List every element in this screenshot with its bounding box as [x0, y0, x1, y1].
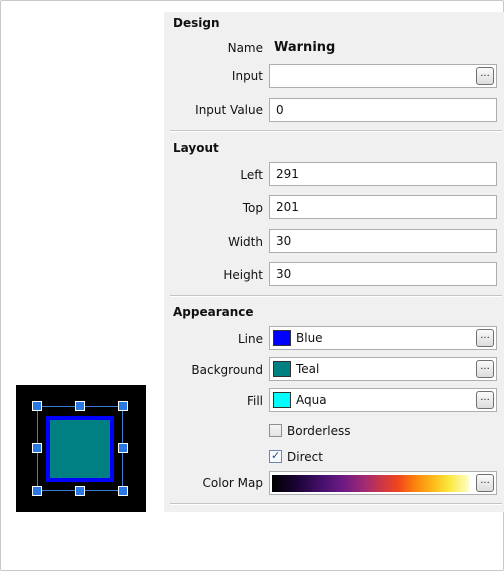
line-color-name: Blue: [296, 331, 323, 345]
left-label: Left: [240, 168, 263, 182]
fill-label: Fill: [246, 394, 263, 408]
layout-divider: [170, 295, 502, 297]
left-value: 291: [276, 167, 299, 181]
resize-handle-bottom[interactable]: [75, 486, 85, 496]
name-label: Name: [227, 41, 263, 55]
preview-shape[interactable]: [46, 416, 114, 482]
layout-section-title: Layout: [173, 141, 219, 155]
input-value-text: 0: [276, 103, 284, 117]
input-value-field[interactable]: 0: [269, 98, 497, 122]
height-field[interactable]: 30: [269, 262, 497, 286]
fill-color-button[interactable]: ...: [476, 391, 494, 409]
resize-handle-top-left[interactable]: [32, 401, 42, 411]
resize-handle-bottom-left[interactable]: [32, 486, 42, 496]
line-color-swatch: [273, 330, 291, 346]
height-label: Height: [223, 268, 263, 282]
design-divider: [170, 130, 502, 132]
colormap-button[interactable]: ...: [476, 474, 494, 492]
fill-color-swatch: [273, 392, 291, 408]
top-value: 201: [276, 200, 299, 214]
input-browse-button[interactable]: ...: [476, 67, 494, 85]
background-color-field[interactable]: Teal ...: [269, 357, 497, 381]
fill-color-field[interactable]: Aqua ...: [269, 388, 497, 412]
background-label: Background: [191, 363, 263, 377]
fill-color-name: Aqua: [296, 393, 327, 407]
resize-handle-top-right[interactable]: [118, 401, 128, 411]
width-field[interactable]: 30: [269, 229, 497, 253]
background-color-button[interactable]: ...: [476, 360, 494, 378]
name-value: Warning: [274, 40, 336, 55]
resize-handle-right[interactable]: [118, 443, 128, 453]
preview-shape-fill: [50, 420, 110, 478]
line-color-field[interactable]: Blue ...: [269, 326, 497, 350]
input-value-label: Input Value: [195, 103, 263, 117]
colormap-gradient: [272, 475, 469, 492]
width-label: Width: [228, 235, 263, 249]
width-value: 30: [276, 234, 292, 248]
top-label: Top: [242, 201, 263, 215]
direct-label: Direct: [287, 450, 323, 464]
input-label: Input: [231, 69, 263, 83]
appearance-section-title: Appearance: [173, 305, 254, 319]
colormap-label: Color Map: [202, 476, 263, 490]
checkmark-icon: ✓: [271, 449, 281, 462]
borderless-checkbox[interactable]: [269, 424, 282, 437]
line-color-button[interactable]: ...: [476, 329, 494, 347]
background-color-name: Teal: [296, 362, 320, 376]
appearance-divider: [170, 503, 502, 505]
resize-handle-top[interactable]: [75, 401, 85, 411]
input-field[interactable]: ...: [269, 64, 497, 88]
borderless-label: Borderless: [287, 424, 351, 438]
direct-checkbox[interactable]: ✓: [269, 449, 282, 463]
height-value: 30: [276, 267, 292, 281]
background-color-swatch: [273, 361, 291, 377]
left-field[interactable]: 291: [269, 162, 497, 186]
resize-handle-left[interactable]: [32, 443, 42, 453]
colormap-field[interactable]: ...: [269, 471, 497, 495]
preview-canvas[interactable]: [16, 385, 146, 512]
resize-handle-bottom-right[interactable]: [118, 486, 128, 496]
design-section-title: Design: [173, 16, 220, 30]
property-panel: Design Name Warning Input ... Input Valu…: [164, 12, 504, 512]
line-label: Line: [237, 332, 263, 346]
top-field[interactable]: 201: [269, 195, 497, 219]
